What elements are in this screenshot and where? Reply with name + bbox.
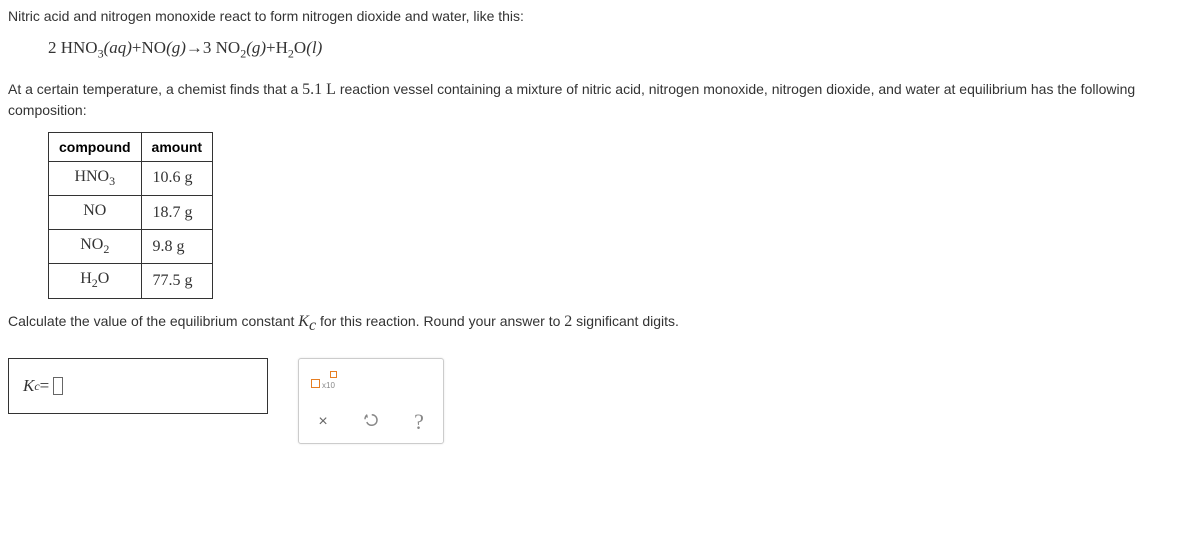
header-amount: amount xyxy=(141,132,213,161)
plus-1: + xyxy=(132,38,142,57)
table-row: NO 18.7 g xyxy=(49,196,213,230)
question-icon: ? xyxy=(414,409,424,435)
scientific-notation-icon: x10 xyxy=(309,369,337,391)
plus-2: + xyxy=(266,38,276,57)
compound-cell: NO2 xyxy=(49,230,142,264)
instruction-text: Calculate the value of the equilibrium c… xyxy=(0,313,1200,335)
undo-icon xyxy=(362,411,380,434)
reactant-2-state: (g) xyxy=(166,38,186,57)
answer-k: K xyxy=(23,376,34,396)
help-button[interactable]: ? xyxy=(395,401,443,443)
tool-panel: x10 × ? xyxy=(298,358,444,444)
amount-cell: 18.7 g xyxy=(141,196,213,230)
product-1: NO xyxy=(216,38,241,57)
header-compound: compound xyxy=(49,132,142,161)
undo-button[interactable] xyxy=(347,401,395,443)
compound-cell: NO xyxy=(49,196,142,230)
answer-eq: = xyxy=(40,376,50,396)
table-header-row: compound amount xyxy=(49,132,213,161)
table-row: H2O 77.5 g xyxy=(49,264,213,298)
coef-1: 2 xyxy=(48,38,57,57)
amount-cell: 77.5 g xyxy=(141,264,213,298)
coef-2: 3 xyxy=(203,38,212,57)
scientific-notation-button[interactable]: x10 xyxy=(299,359,347,401)
reaction-equation: 2 HNO3(aq)+NO(g)→3 NO2(g)+H2O(l) xyxy=(0,34,1200,65)
table-row: HNO3 10.6 g xyxy=(49,161,213,195)
answer-row: Kc = x10 × xyxy=(0,358,1200,444)
reactant-1: HNO xyxy=(61,38,98,57)
product-2b: O xyxy=(294,38,306,57)
x-icon: × xyxy=(318,413,327,431)
clear-button[interactable]: × xyxy=(299,401,347,443)
instruct-b: for this reaction. Round your answer to xyxy=(316,313,564,329)
compound-cell: H2O xyxy=(49,264,142,298)
composition-table: compound amount HNO3 10.6 g NO 18.7 g NO… xyxy=(48,132,213,299)
answer-input[interactable] xyxy=(53,377,63,395)
instruct-a: Calculate the value of the equilibrium c… xyxy=(8,313,298,329)
amount-cell: 9.8 g xyxy=(141,230,213,264)
context-a: At a certain temperature, a chemist find… xyxy=(8,81,302,97)
context-text: At a certain temperature, a chemist find… xyxy=(0,79,1200,119)
instruct-c: significant digits. xyxy=(572,313,679,329)
product-2a: H xyxy=(276,38,288,57)
intro-text: Nitric acid and nitrogen monoxide react … xyxy=(0,8,1200,24)
product-2-state: (l) xyxy=(306,38,322,57)
reactant-1-state: (aq) xyxy=(104,38,132,57)
table-row: NO2 9.8 g xyxy=(49,230,213,264)
product-1-state: (g) xyxy=(246,38,266,57)
amount-cell: 10.6 g xyxy=(141,161,213,195)
reaction-arrow: → xyxy=(186,38,203,57)
vessel-volume: 5.1 L xyxy=(302,81,336,98)
kc-c: c xyxy=(309,316,316,333)
reactant-2: NO xyxy=(142,38,167,57)
answer-box[interactable]: Kc = xyxy=(8,358,268,414)
kc-k: K xyxy=(298,313,309,330)
compound-cell: HNO3 xyxy=(49,161,142,195)
